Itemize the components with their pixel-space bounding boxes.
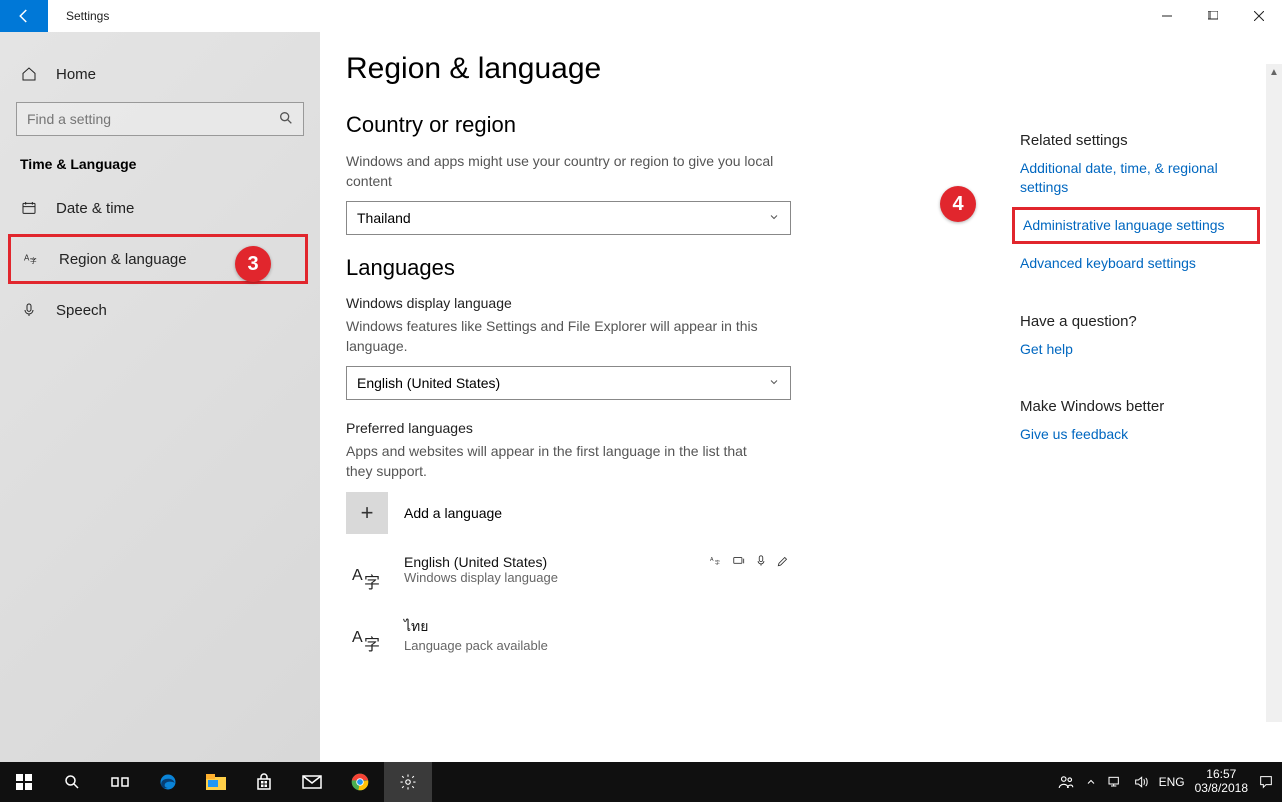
vertical-scrollbar[interactable]: ▲ — [1266, 64, 1282, 722]
home-icon — [20, 66, 38, 82]
plus-icon: + — [346, 492, 388, 534]
handwriting-icon — [776, 554, 790, 571]
language-glyph-icon: A字 — [346, 554, 388, 596]
edge-button[interactable] — [144, 762, 192, 802]
page-title: Region & language — [346, 52, 960, 86]
taskbar: ENG 16:57 03/8/2018 — [0, 762, 1282, 802]
chevron-down-icon — [768, 375, 780, 391]
svg-text:A: A — [24, 253, 30, 262]
language-glyph-icon: A字 — [346, 616, 388, 658]
link-admin-language[interactable]: Administrative language settings — [1023, 216, 1249, 235]
action-center-icon[interactable] — [1258, 774, 1274, 790]
language-sub: Windows display language — [404, 570, 558, 585]
chrome-button[interactable] — [336, 762, 384, 802]
svg-text:A: A — [352, 629, 363, 646]
home-label: Home — [56, 66, 96, 83]
nav-label: Region & language — [59, 251, 187, 268]
start-button[interactable] — [0, 762, 48, 802]
nav-date-time[interactable]: Date & time — [0, 186, 320, 230]
input-language-indicator[interactable]: ENG — [1159, 775, 1185, 789]
microphone-icon — [20, 302, 38, 318]
svg-text:字: 字 — [715, 558, 720, 566]
svg-text:字: 字 — [364, 574, 380, 592]
country-dropdown[interactable]: Thailand — [346, 201, 791, 235]
language-feature-badges: A字 — [710, 554, 960, 571]
speech-icon — [754, 554, 768, 571]
annotation-callout-4: 4 — [940, 186, 976, 222]
app-title: Settings — [66, 9, 109, 23]
scroll-up-icon: ▲ — [1266, 64, 1282, 80]
chevron-down-icon — [768, 210, 780, 226]
language-sub: Language pack available — [404, 638, 548, 653]
related-settings-header: Related settings — [1020, 132, 1252, 149]
link-advanced-keyboard[interactable]: Advanced keyboard settings — [1020, 254, 1252, 273]
nav-speech[interactable]: Speech — [0, 288, 320, 332]
clock-time: 16:57 — [1195, 768, 1248, 782]
display-language-desc: Windows features like Settings and File … — [346, 317, 776, 356]
add-language-button[interactable]: + Add a language — [346, 492, 960, 534]
home-nav[interactable]: Home — [0, 52, 320, 96]
search-taskbar-button[interactable] — [48, 762, 96, 802]
maximize-button[interactable] — [1190, 0, 1236, 32]
clock-date: 03/8/2018 — [1195, 782, 1248, 796]
country-section-header: Country or region — [346, 112, 960, 138]
svg-text:字: 字 — [364, 636, 380, 654]
svg-text:A: A — [352, 567, 363, 584]
search-icon — [278, 110, 294, 131]
languages-section-header: Languages — [346, 255, 960, 281]
country-desc: Windows and apps might use your country … — [346, 152, 776, 191]
nav-label: Speech — [56, 302, 107, 319]
tts-icon — [732, 554, 746, 571]
category-header: Time & Language — [0, 150, 320, 186]
link-feedback[interactable]: Give us feedback — [1020, 425, 1252, 444]
question-header: Have a question? — [1020, 313, 1252, 330]
link-additional-regional[interactable]: Additional date, time, & regional settin… — [1020, 159, 1252, 197]
country-value: Thailand — [357, 210, 411, 226]
link-get-help[interactable]: Get help — [1020, 340, 1252, 359]
system-tray: ENG 16:57 03/8/2018 — [1057, 768, 1282, 796]
settings-taskbar-button[interactable] — [384, 762, 432, 802]
feedback-header: Make Windows better — [1020, 398, 1252, 415]
display-language-label: Windows display language — [346, 295, 960, 311]
display-lang-icon: A字 — [710, 554, 724, 571]
back-button[interactable] — [0, 0, 48, 32]
task-view-button[interactable] — [96, 762, 144, 802]
svg-text:A: A — [710, 557, 714, 563]
main-panel: Region & language Country or region Wind… — [320, 32, 1282, 762]
clock[interactable]: 16:57 03/8/2018 — [1195, 768, 1248, 796]
volume-icon[interactable] — [1133, 774, 1149, 790]
add-language-label: Add a language — [404, 505, 502, 521]
language-name: ไทย — [404, 616, 548, 638]
search-input[interactable] — [16, 102, 304, 136]
language-name: English (United States) — [404, 554, 558, 570]
store-button[interactable] — [240, 762, 288, 802]
close-button[interactable] — [1236, 0, 1282, 32]
titlebar: Settings — [0, 0, 1282, 32]
language-item-thai[interactable]: A字 ไทย Language pack available — [346, 606, 960, 668]
preferred-languages-desc: Apps and websites will appear in the fir… — [346, 442, 776, 481]
mail-button[interactable] — [288, 762, 336, 802]
annotation-box-4: Administrative language settings — [1012, 207, 1260, 244]
language-icon: A字 — [23, 251, 41, 267]
people-icon[interactable] — [1057, 773, 1075, 791]
annotation-callout-3: 3 — [235, 246, 271, 282]
display-language-value: English (United States) — [357, 375, 500, 391]
nav-label: Date & time — [56, 200, 134, 217]
network-icon[interactable] — [1107, 774, 1123, 790]
file-explorer-button[interactable] — [192, 762, 240, 802]
related-rail: Related settings Additional date, time, … — [1020, 114, 1252, 454]
svg-text:字: 字 — [30, 256, 37, 265]
display-language-dropdown[interactable]: English (United States) — [346, 366, 791, 400]
tray-chevron-icon[interactable] — [1085, 776, 1097, 788]
sidebar: Home Time & Language Date & time A字 Regi… — [0, 32, 320, 762]
language-item-english[interactable]: A字 English (United States) Windows displ… — [346, 544, 960, 606]
preferred-languages-label: Preferred languages — [346, 420, 960, 436]
minimize-button[interactable] — [1144, 0, 1190, 32]
clock-icon — [20, 200, 38, 216]
